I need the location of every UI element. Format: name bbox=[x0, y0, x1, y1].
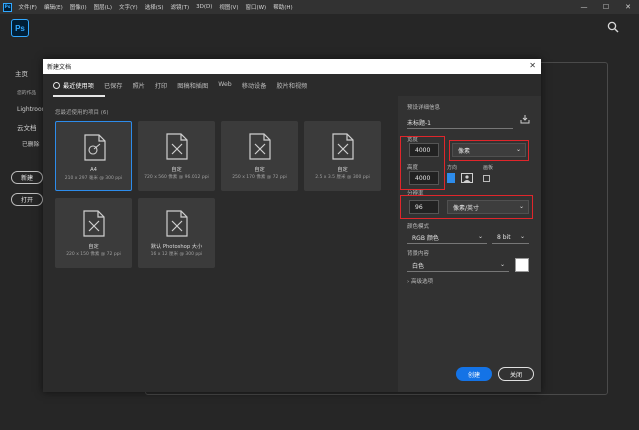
clock-icon bbox=[53, 82, 60, 89]
ps-logo: Ps bbox=[11, 19, 29, 37]
document-brush-icon bbox=[84, 134, 106, 161]
menu-filter[interactable]: 滤镜(T) bbox=[167, 3, 193, 11]
background-color-swatch[interactable] bbox=[515, 258, 529, 272]
tab-film-video[interactable]: 胶片和视频 bbox=[276, 81, 307, 93]
new-file-button[interactable]: 新建 bbox=[11, 171, 43, 184]
artboard-label: 画板 bbox=[483, 165, 494, 171]
preset-name: 自定 bbox=[171, 167, 182, 173]
preset-description: 2.5 x 3.5 厘米 @ 300 ppi bbox=[315, 175, 370, 180]
home-nav-home[interactable]: 主页 bbox=[15, 68, 28, 78]
home-nav-deleted[interactable]: 已删除 bbox=[22, 139, 39, 148]
maximize-button[interactable]: ☐ bbox=[595, 0, 617, 14]
active-tab-indicator bbox=[53, 95, 105, 97]
preset-name: 自定 bbox=[337, 167, 348, 173]
landscape-icon[interactable] bbox=[461, 173, 473, 183]
background-label: 背景内容 bbox=[407, 251, 430, 257]
open-file-button[interactable]: 打开 bbox=[11, 193, 43, 206]
document-tools-icon bbox=[166, 133, 188, 160]
menu-3d[interactable]: 3D(D) bbox=[193, 4, 216, 10]
tab-mobile[interactable]: 移动设备 bbox=[242, 81, 267, 93]
background-value: 白色 bbox=[412, 262, 425, 270]
document-tools-icon bbox=[83, 210, 105, 237]
color-mode-label: 颜色模式 bbox=[407, 224, 430, 230]
portrait-icon[interactable] bbox=[447, 173, 455, 183]
advanced-options-toggle[interactable]: › 高级选项 bbox=[407, 277, 433, 285]
bit-depth-value: 8 bit bbox=[497, 233, 511, 241]
chevron-down-icon: ⌄ bbox=[519, 233, 525, 241]
document-name-underline bbox=[407, 128, 513, 129]
advanced-options-label: 高级选项 bbox=[410, 279, 433, 285]
preset-card[interactable]: A4 210 x 297 毫米 @ 300 ppi bbox=[55, 121, 132, 191]
preset-card[interactable]: 自定 720 x 560 像素 @ 96.012 ppi bbox=[138, 121, 215, 191]
tab-saved[interactable]: 已保存 bbox=[104, 81, 123, 93]
document-tools-icon bbox=[166, 210, 188, 237]
top-bar bbox=[0, 14, 639, 44]
tab-print[interactable]: 打印 bbox=[155, 81, 167, 93]
preset-card[interactable]: 默认 Photoshop 大小 16 x 12 厘米 @ 300 ppi bbox=[138, 198, 215, 268]
chevron-right-icon: › bbox=[407, 279, 410, 285]
tab-recent[interactable]: 最近使用项 bbox=[53, 81, 94, 93]
preset-card[interactable]: 自定 2.5 x 3.5 厘米 @ 300 ppi bbox=[304, 121, 381, 191]
recent-items-label: 您最近使用的项目 (6) bbox=[55, 110, 109, 116]
chevron-down-icon: ⌄ bbox=[499, 261, 505, 269]
menu-type[interactable]: 文字(Y) bbox=[116, 3, 142, 11]
artboard-checkbox[interactable] bbox=[483, 175, 490, 182]
preset-card[interactable]: 自定 220 x 150 像素 @ 72 ppi bbox=[55, 198, 132, 268]
minimize-button[interactable]: — bbox=[573, 0, 595, 14]
preset-name: 默认 Photoshop 大小 bbox=[150, 244, 203, 250]
preset-tabs: 最近使用项 已保存 照片 打印 图稿和插图 Web 移动设备 胶片和视频 bbox=[53, 81, 317, 93]
menu-file[interactable]: 文件(F) bbox=[15, 3, 40, 11]
home-nav-cloud-docs[interactable]: 云文档 bbox=[17, 122, 37, 132]
highlight-resolution-box bbox=[400, 195, 533, 219]
preset-name: 自定 bbox=[254, 167, 265, 173]
preset-description: 250 x 170 像素 @ 72 ppi bbox=[232, 175, 287, 180]
document-tools-icon bbox=[249, 133, 271, 160]
background-dropdown[interactable]: 白色 ⌄ bbox=[407, 259, 509, 272]
preset-name: 自定 bbox=[88, 244, 99, 250]
preset-card[interactable]: 自定 250 x 170 像素 @ 72 ppi bbox=[221, 121, 298, 191]
dialog-titlebar: 新建文档 ✕ bbox=[43, 59, 541, 74]
tab-web[interactable]: Web bbox=[218, 81, 232, 93]
preset-description: 210 x 297 毫米 @ 300 ppi bbox=[64, 176, 123, 181]
highlight-unit-box bbox=[449, 140, 529, 161]
menu-layer[interactable]: 图层(L) bbox=[90, 3, 115, 11]
menu-help[interactable]: 帮助(H) bbox=[270, 3, 296, 11]
window-controls: — ☐ ✕ bbox=[573, 0, 639, 14]
save-preset-icon[interactable] bbox=[520, 114, 530, 124]
preset-description: 720 x 560 像素 @ 96.012 ppi bbox=[144, 175, 209, 180]
create-button[interactable]: 创建 bbox=[456, 367, 492, 381]
preset-name: A4 bbox=[90, 167, 97, 173]
menu-bar: Ps 文件(F) 编辑(E) 图像(I) 图层(L) 文字(Y) 选择(S) 滤… bbox=[0, 0, 639, 14]
preset-details-label: 预设详细信息 bbox=[407, 105, 441, 111]
menu-image[interactable]: 图像(I) bbox=[66, 3, 90, 11]
window-close-button[interactable]: ✕ bbox=[617, 0, 639, 14]
chevron-down-icon: ⌄ bbox=[477, 233, 483, 241]
tab-art-illustration[interactable]: 图稿和插图 bbox=[177, 81, 208, 93]
menu-view[interactable]: 视图(V) bbox=[216, 3, 242, 11]
dialog-close-icon[interactable]: ✕ bbox=[529, 61, 536, 70]
document-name[interactable]: 未标题-1 bbox=[407, 118, 431, 127]
close-button[interactable]: 关闭 bbox=[498, 367, 534, 381]
menu-window[interactable]: 窗口(W) bbox=[242, 3, 270, 11]
highlight-size-box bbox=[400, 136, 445, 190]
bit-depth-dropdown[interactable]: 8 bit ⌄ bbox=[492, 231, 529, 244]
menu-select[interactable]: 选择(S) bbox=[141, 3, 167, 11]
preset-description: 220 x 150 像素 @ 72 ppi bbox=[66, 252, 121, 257]
new-document-dialog: 新建文档 ✕ 最近使用项 已保存 照片 打印 图稿和插图 Web 移动设备 胶片… bbox=[43, 59, 541, 392]
document-tools-icon bbox=[332, 133, 354, 160]
menu-edit[interactable]: 编辑(E) bbox=[40, 3, 66, 11]
dialog-title: 新建文档 bbox=[47, 64, 72, 71]
tab-photo[interactable]: 照片 bbox=[133, 81, 145, 93]
orientation-label: 方向 bbox=[447, 165, 458, 171]
app-badge: Ps bbox=[3, 2, 12, 12]
color-mode-dropdown[interactable]: RGB 颜色 ⌄ bbox=[407, 231, 487, 244]
search-icon[interactable] bbox=[607, 21, 619, 33]
home-nav-your-work[interactable]: 您的作品 bbox=[17, 89, 36, 96]
photoshop-window: Ps 文件(F) 编辑(E) 图像(I) 图层(L) 文字(Y) 选择(S) 滤… bbox=[0, 0, 639, 430]
preset-description: 16 x 12 厘米 @ 300 ppi bbox=[150, 252, 203, 257]
color-mode-value: RGB 颜色 bbox=[412, 234, 439, 242]
